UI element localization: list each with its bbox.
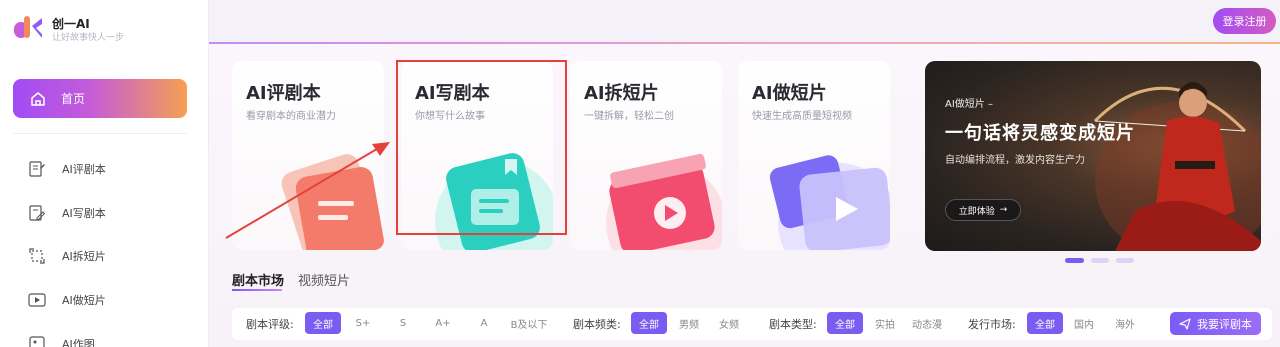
filter-channel-female[interactable]: 女频 <box>715 312 743 334</box>
sidebar-item-image[interactable]: AI作图 <box>28 335 95 347</box>
split-crop-icon <box>29 248 45 264</box>
login-register-button[interactable]: 登录注册 <box>1213 8 1276 34</box>
banner-description: 自动编排流程，激发内容生产力 <box>945 155 1085 166</box>
sidebar: 创一AI 让好故事快人一步 首页 AI评剧本 AI写剧本 AI拆短片 AI做短片… <box>0 0 209 347</box>
sidebar-item-script-review[interactable]: AI评剧本 <box>28 160 106 178</box>
tab-script-market[interactable]: 剧本市场 <box>232 270 284 289</box>
card-title: AI拆短片 <box>584 83 659 104</box>
home-icon <box>31 91 45 106</box>
document-review-icon <box>29 161 45 177</box>
sidebar-item-script-write[interactable]: AI写剧本 <box>28 204 106 222</box>
annotation-arrow <box>225 142 390 239</box>
sidebar-item-make-clip[interactable]: AI做短片 <box>28 291 106 309</box>
filter-rating-a[interactable]: A <box>474 312 494 334</box>
filter-type-live[interactable]: 实拍 <box>872 312 898 334</box>
sidebar-item-label: AI作图 <box>62 338 95 347</box>
card-split-clip[interactable]: AI拆短片 一键拆解，轻松二创 <box>570 61 722 250</box>
try-now-button[interactable]: 立即体验 → <box>945 199 1021 221</box>
filter-rating-s-plus[interactable]: S+ <box>350 312 376 334</box>
card-title: AI做短片 <box>752 83 827 104</box>
annotation-highlight-box <box>396 60 567 235</box>
clapperboard-illustration-icon <box>606 153 722 250</box>
card-subtitle: 快速生成高质量短视频 <box>752 111 852 122</box>
filter-rating-a-plus[interactable]: A+ <box>430 312 456 334</box>
carousel-dot-active[interactable] <box>1065 258 1084 263</box>
filter-label-market: 发行市场: <box>968 318 1016 331</box>
filter-label-type: 剧本类型: <box>769 318 817 331</box>
image-icon <box>29 336 45 347</box>
sidebar-item-label: AI写剧本 <box>62 207 106 220</box>
sidebar-item-label: 首页 <box>61 92 86 106</box>
card-title: AI评剧本 <box>246 83 321 104</box>
sidebar-item-split-clip[interactable]: AI拆短片 <box>28 247 106 265</box>
card-subtitle: 一键拆解，轻松二创 <box>584 111 674 122</box>
divider <box>13 133 187 134</box>
card-subtitle: 看穿剧本的商业潜力 <box>246 111 336 122</box>
filter-channel-male[interactable]: 男频 <box>676 312 702 334</box>
archer-illustration-icon <box>1093 82 1261 251</box>
tab-active-indicator <box>232 289 282 291</box>
banner-headline: 一句话将灵感变成短片 <box>945 123 1135 144</box>
edit-document-icon <box>29 205 46 221</box>
filter-label-rating: 剧本评级: <box>246 318 294 331</box>
sidebar-item-label: AI拆短片 <box>62 250 106 263</box>
filter-type-all[interactable]: 全部 <box>827 312 863 334</box>
sidebar-item-label: AI做短片 <box>62 294 106 307</box>
arrow-right-icon: → <box>999 205 1008 215</box>
filter-type-anime[interactable]: 动态漫 <box>907 312 947 334</box>
filter-rating-all[interactable]: 全部 <box>305 312 341 334</box>
brand-logo <box>14 16 42 38</box>
submit-review-button[interactable]: 我要评剧本 <box>1170 312 1261 335</box>
card-make-clip[interactable]: AI做短片 快速生成高质量短视频 <box>738 61 890 250</box>
filter-rating-b-below[interactable]: B及以下 <box>507 312 551 334</box>
carousel-dot[interactable] <box>1116 258 1134 263</box>
promo-banner[interactable]: AI做短片 – 一句话将灵感变成短片 自动编排流程，激发内容生产力 立即体验 → <box>925 61 1261 251</box>
filter-label-channel: 剧本频类: <box>573 318 621 331</box>
banner-tag: AI做短片 – <box>945 99 993 110</box>
filter-market-all[interactable]: 全部 <box>1027 312 1063 334</box>
filter-channel-all[interactable]: 全部 <box>631 312 667 334</box>
try-now-label: 立即体验 <box>958 206 995 217</box>
video-play-icon <box>28 293 46 307</box>
filter-market-domestic[interactable]: 国内 <box>1071 312 1097 334</box>
filter-rating-s[interactable]: S <box>393 312 413 334</box>
carousel-dot[interactable] <box>1091 258 1109 263</box>
video-illustration-icon <box>769 155 890 250</box>
tab-video-clips[interactable]: 视频短片 <box>298 270 350 289</box>
submit-review-label: 我要评剧本 <box>1197 317 1252 331</box>
send-icon <box>1179 317 1191 330</box>
filter-market-overseas[interactable]: 海外 <box>1111 312 1139 334</box>
sidebar-item-home[interactable]: 首页 <box>13 79 187 118</box>
brand-slogan: 让好故事快人一步 <box>52 33 125 43</box>
sidebar-item-label: AI评剧本 <box>62 163 106 176</box>
